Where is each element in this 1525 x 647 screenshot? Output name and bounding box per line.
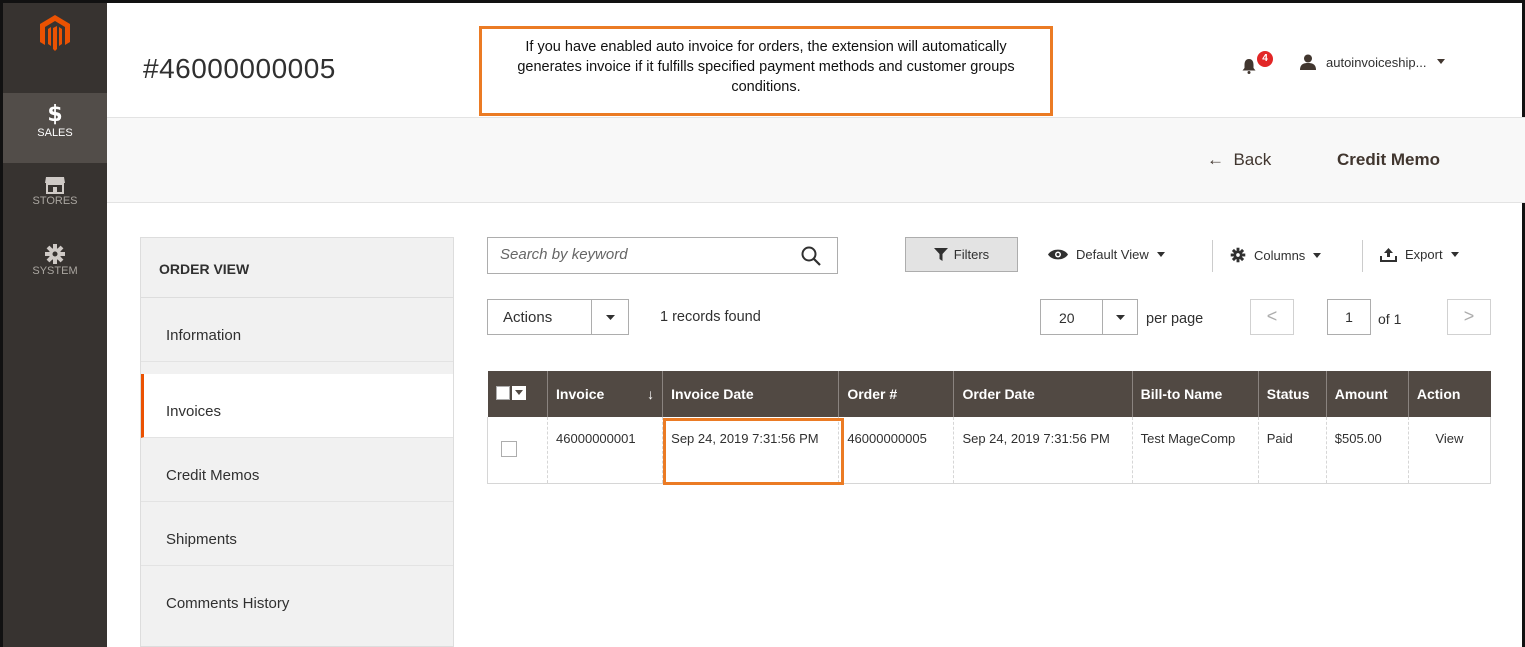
nav-item-label: SALES	[37, 127, 73, 139]
chevron-down-icon	[1156, 252, 1165, 257]
filters-button[interactable]: Filters	[905, 237, 1018, 272]
invoice-date-highlight	[663, 418, 844, 485]
export-dropdown[interactable]: Export	[1380, 247, 1459, 262]
nav-item-label: STORES	[32, 195, 78, 207]
column-header-status[interactable]: Status	[1257, 371, 1327, 417]
toolbar-divider	[1362, 240, 1363, 272]
view-invoice-link[interactable]: View	[1407, 417, 1492, 484]
admin-user-menu[interactable]: autoinvoiceship...	[1300, 54, 1446, 70]
grid-header-row: Invoice ↓ Invoice Date Order # Order Dat…	[487, 371, 1491, 417]
credit-memo-label: Credit Memo	[1337, 150, 1440, 169]
order-view-tabs: ORDER VIEW Information Invoices Credit M…	[140, 237, 454, 647]
row-checkbox[interactable]	[501, 441, 517, 457]
back-button-label: Back	[1233, 150, 1272, 169]
total-pages-label: of 1	[1378, 311, 1402, 327]
chevron-down-icon	[1437, 59, 1446, 64]
default-view-dropdown[interactable]: Default View	[1048, 247, 1165, 262]
current-page-input[interactable]: 1	[1327, 299, 1371, 335]
tab-invoices[interactable]: Invoices	[141, 374, 453, 438]
magento-logo[interactable]	[3, 15, 107, 75]
toolbar-divider	[1212, 240, 1213, 272]
credit-memo-button[interactable]: Credit Memo	[1337, 150, 1440, 170]
search-input[interactable]	[500, 238, 800, 271]
checkbox-box	[495, 385, 510, 400]
next-page-button[interactable]: >	[1447, 299, 1491, 335]
column-header-bill-to-name[interactable]: Bill-to Name	[1131, 371, 1259, 417]
tab-information[interactable]: Information	[141, 298, 453, 362]
back-button[interactable]: ← Back	[1207, 150, 1271, 170]
invoices-grid: Invoice ↓ Invoice Date Order # Order Dat…	[486, 371, 1492, 484]
store-icon	[45, 177, 65, 194]
bell-icon[interactable]	[1241, 58, 1257, 74]
nav-item-stores[interactable]: STORES	[3, 175, 107, 235]
column-header-action: Action	[1407, 371, 1491, 417]
cell-bill-to-name: Test MageComp	[1131, 417, 1259, 484]
cell-invoice: 46000000001	[547, 417, 663, 484]
magento-logo-icon	[40, 15, 70, 51]
nav-item-system[interactable]: SYSTEM	[3, 243, 107, 303]
gear-icon	[1230, 247, 1246, 263]
page-title: #46000000005	[143, 53, 336, 84]
per-page-select[interactable]: 20	[1040, 299, 1138, 335]
chevron-down-icon	[1450, 252, 1459, 257]
page-actions-bar	[107, 117, 1525, 203]
tab-comments-history[interactable]: Comments History	[141, 566, 453, 630]
column-header-invoice-date[interactable]: Invoice Date	[662, 371, 839, 417]
row-select-cell	[486, 417, 548, 484]
column-header-order-number[interactable]: Order #	[838, 371, 954, 417]
export-icon	[1380, 247, 1397, 262]
tab-shipments[interactable]: Shipments	[141, 502, 453, 566]
default-view-label: Default View	[1076, 247, 1149, 262]
previous-page-button[interactable]: <	[1250, 299, 1294, 335]
notification-count-badge: 4	[1257, 51, 1273, 67]
callout-note: If you have enabled auto invoice for ord…	[479, 26, 1053, 116]
nav-item-sales[interactable]: $ SALES	[3, 93, 107, 163]
chevron-down-icon	[511, 385, 526, 400]
column-header-order-date[interactable]: Order Date	[953, 371, 1133, 417]
mass-actions-select[interactable]: Actions	[487, 299, 629, 335]
column-header-label: Invoice	[556, 386, 605, 402]
mass-select-header[interactable]	[487, 371, 548, 417]
funnel-icon	[933, 248, 948, 261]
actions-select-label: Actions	[503, 309, 553, 326]
keyword-search	[487, 237, 838, 274]
arrow-left-icon: ←	[1207, 150, 1224, 169]
per-page-value: 20	[1059, 310, 1075, 326]
mass-select-checkbox[interactable]	[495, 385, 526, 400]
chevron-down-icon	[1102, 300, 1137, 334]
callout-text: If you have enabled auto invoice for ord…	[517, 39, 1015, 95]
order-view-heading: ORDER VIEW	[141, 238, 453, 298]
cell-amount: $505.00	[1325, 417, 1409, 484]
dollar-icon: $	[47, 102, 63, 127]
filters-label: Filters	[953, 247, 990, 262]
admin-username: autoinvoiceship...	[1326, 54, 1427, 70]
search-icon[interactable]	[801, 246, 821, 266]
sort-arrow-icon: ↓	[647, 386, 655, 402]
nav-item-label: SYSTEM	[32, 265, 78, 277]
export-label: Export	[1405, 247, 1443, 262]
admin-sidebar: $ SALES STORES SYSTEM	[3, 3, 107, 647]
tab-credit-memos[interactable]: Credit Memos	[141, 438, 453, 502]
cell-order-date: Sep 24, 2019 7:31:56 PM	[953, 417, 1133, 484]
column-header-invoice[interactable]: Invoice ↓	[547, 371, 663, 417]
columns-dropdown[interactable]: Columns	[1230, 247, 1322, 263]
per-page-label: per page	[1146, 311, 1204, 327]
cell-status: Paid	[1257, 417, 1327, 484]
user-icon	[1300, 54, 1316, 70]
records-found: 1 records found	[660, 309, 761, 325]
gear-icon	[45, 244, 65, 264]
columns-label: Columns	[1254, 247, 1306, 263]
table-row: 46000000001 Sep 24, 2019 7:31:56 PM 4600…	[486, 417, 1492, 484]
chevron-down-icon	[1313, 252, 1322, 258]
cell-order-number: 46000000005	[838, 417, 954, 484]
column-header-amount[interactable]: Amount	[1325, 371, 1409, 417]
eye-icon	[1048, 249, 1068, 260]
chevron-down-icon	[591, 300, 628, 334]
